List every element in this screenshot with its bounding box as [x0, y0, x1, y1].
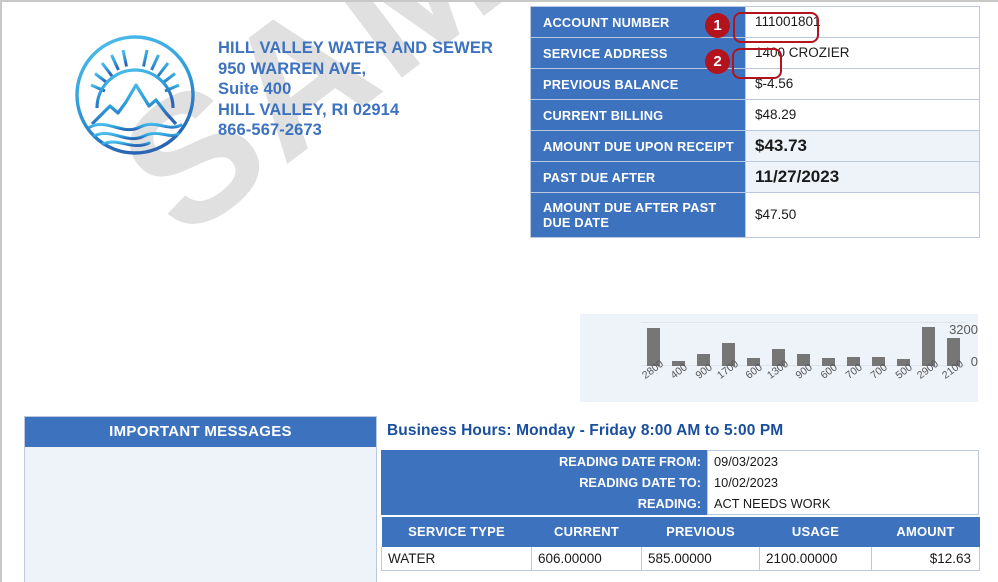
reading-row: READING DATE FROM: 09/03/2023	[381, 450, 979, 472]
summary-row-value: 111001801	[745, 6, 980, 38]
chart-xtick: 700	[866, 361, 891, 396]
chart-bar-cell	[816, 322, 841, 366]
chart-xtick: 700	[841, 361, 866, 396]
amount-cell: $12.63	[871, 547, 980, 571]
chart-bar-cell	[791, 322, 816, 366]
company-info: HILL VALLEY WATER AND SEWER 950 WARREN A…	[218, 38, 493, 141]
annotation-badge-1: 1	[705, 13, 730, 38]
chart-bar-cell	[941, 322, 966, 366]
reading-row-label: READING:	[381, 493, 708, 515]
bill-page: SAMPLE	[0, 0, 998, 582]
chart-plot-area	[641, 322, 966, 366]
summary-row-value: $-4.56	[745, 68, 980, 100]
business-hours-heading: Business Hours: Monday - Friday 8:00 AM …	[387, 422, 784, 439]
reading-row-value: 09/03/2023	[707, 450, 979, 472]
chart-bar-cell	[891, 322, 916, 366]
chart-xtick: 1300	[764, 358, 791, 396]
reading-info-body: READING DATE FROM: 09/03/2023 READING DATE…	[381, 450, 979, 515]
usage-cell: 2100.00000	[759, 547, 872, 571]
chart-bar-cell	[716, 322, 741, 366]
summary-row-value: $48.29	[745, 99, 980, 131]
reading-row-value: 10/02/2023	[707, 472, 979, 493]
chart-xtick: 600	[816, 361, 841, 396]
chart-bars	[641, 322, 966, 366]
chart-bar-cell	[841, 322, 866, 366]
chart-xtick: 400	[666, 361, 691, 396]
summary-row: SERVICE ADDRESS 1400 CROZIER	[530, 37, 980, 69]
chart-xtick: 500	[891, 361, 916, 396]
annotation-badge-2: 2	[705, 49, 730, 74]
important-messages-body	[25, 447, 376, 582]
chart-bar-cell	[641, 322, 666, 366]
reading-row-value: ACT NEEDS WORK	[707, 493, 979, 515]
summary-row: PREVIOUS BALANCE $-4.56	[530, 68, 980, 100]
previous-cell: 585.00000	[641, 547, 760, 571]
summary-row-value: $47.50	[745, 192, 980, 238]
chart-bar-cell	[666, 322, 691, 366]
service-charges-table: SERVICE TYPE CURRENT PREVIOUS USAGE AMOU…	[381, 517, 980, 571]
company-address-line1: 950 WARREN AVE,	[218, 59, 367, 78]
col-service-type: SERVICE TYPE	[381, 517, 532, 547]
company-phone: 866-567-2673	[218, 121, 322, 139]
summary-row-value: $43.73	[745, 130, 980, 162]
chart-bar-cell	[866, 322, 891, 366]
company-address-line3: HILL VALLEY, RI 02914	[218, 100, 400, 119]
summary-row-label: AMOUNT DUE UPON RECEIPT	[530, 130, 746, 162]
summary-row: AMOUNT DUE UPON RECEIPT $43.73	[530, 130, 980, 162]
chart-xtick: 900	[791, 361, 816, 396]
chart-xtick: 600	[741, 361, 766, 396]
chart-xaxis-labels: 2800 400 900 1700 600 1300 900 600 700 700 500 2900…	[639, 358, 966, 396]
chart-xtick: 2100	[939, 358, 966, 396]
table-row: WATER 606.00000 585.00000 2100.00000 $12.63	[381, 547, 980, 571]
summary-row-value: 1400 CROZIER	[745, 37, 980, 69]
summary-row: AMOUNT DUE AFTER PAST DUE DATE $47.50	[530, 192, 980, 238]
col-previous: PREVIOUS	[641, 517, 760, 547]
reading-info-table: READING DATE FROM: 09/03/2023 READING DATE…	[381, 450, 979, 515]
chart-xtick: 2900	[914, 358, 941, 396]
col-amount: AMOUNT	[871, 517, 980, 547]
chart-bar-cell	[916, 322, 941, 366]
service-type-cell: WATER	[381, 547, 532, 571]
company-logo	[70, 30, 200, 160]
chart-bar-cell	[766, 322, 791, 366]
reading-row: READING: ACT NEEDS WORK	[381, 493, 979, 515]
col-current: CURRENT	[531, 517, 642, 547]
company-name: HILL VALLEY WATER AND SEWER	[218, 39, 493, 57]
reading-row: READING DATE TO: 10/02/2023	[381, 472, 979, 493]
current-cell: 606.00000	[531, 547, 642, 571]
chart-xtick: 2800	[639, 358, 666, 396]
reading-row-label: READING DATE FROM:	[381, 450, 708, 472]
usage-bar-chart: 3200 0 2800 400 900 1700 600 1300 900 600 700 700…	[580, 314, 978, 402]
service-charges-header-row: SERVICE TYPE CURRENT PREVIOUS USAGE AMOU…	[381, 517, 980, 547]
important-messages-header: IMPORTANT MESSAGES	[25, 417, 376, 447]
col-usage: USAGE	[759, 517, 872, 547]
summary-row-label: PAST DUE AFTER	[530, 161, 746, 193]
reading-row-label: READING DATE TO:	[381, 472, 708, 493]
chart-xtick: 1700	[714, 358, 741, 396]
summary-row-label: CURRENT BILLING	[530, 99, 746, 131]
chart-xtick: 900	[691, 361, 716, 396]
account-summary-body: ACCOUNT NUMBER 111001801 SERVICE ADDRESS 14…	[530, 6, 980, 238]
chart-bar-cell	[741, 322, 766, 366]
service-charges-head: SERVICE TYPE CURRENT PREVIOUS USAGE AMOU…	[381, 517, 980, 547]
summary-row-value: 11/27/2023	[745, 161, 980, 193]
company-address-line2: Suite 400	[218, 80, 292, 98]
summary-row-label: AMOUNT DUE AFTER PAST DUE DATE	[530, 192, 746, 238]
sun-mountain-water-circle-icon	[75, 35, 195, 155]
summary-row: CURRENT BILLING $48.29	[530, 99, 980, 131]
summary-row: ACCOUNT NUMBER 111001801	[530, 6, 980, 38]
summary-row: PAST DUE AFTER 11/27/2023	[530, 161, 980, 193]
important-messages-box: IMPORTANT MESSAGES	[24, 416, 377, 582]
account-summary-table: ACCOUNT NUMBER 111001801 SERVICE ADDRESS 14…	[530, 6, 980, 238]
service-charges-body: WATER 606.00000 585.00000 2100.00000 $12.63	[381, 547, 980, 571]
chart-bar-cell	[691, 322, 716, 366]
